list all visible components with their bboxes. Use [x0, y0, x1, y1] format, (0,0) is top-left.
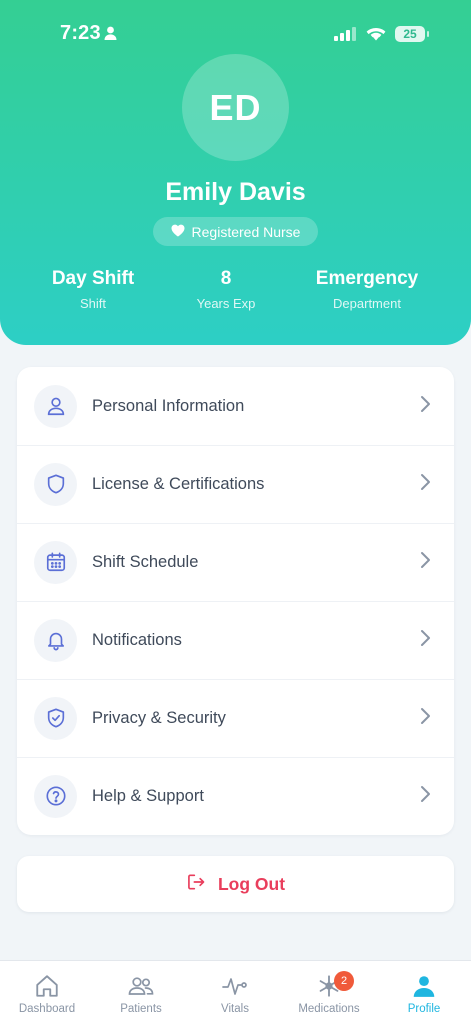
shield-icon [34, 462, 77, 506]
medical-icon: 2 [316, 971, 354, 1001]
help-circle-icon [34, 774, 77, 818]
menu-item-label: Shift Schedule [92, 552, 199, 571]
chevron-right-icon [419, 473, 431, 496]
profile-header: 7:23 25 ED Emily Davis Registered Nurse … [0, 0, 471, 345]
avatar: ED [182, 54, 289, 161]
medications-badge: 2 [334, 971, 354, 991]
battery-indicator: 25 [395, 26, 425, 42]
users-icon [127, 973, 155, 1001]
stat-label: Years Exp [196, 296, 256, 311]
calendar-icon [34, 540, 77, 584]
stat-value: Day Shift [51, 268, 135, 289]
menu-item-label: Help & Support [92, 786, 204, 805]
menu-item-shift-schedule[interactable]: Shift Schedule [17, 523, 454, 601]
role-label: Registered Nurse [191, 223, 301, 240]
bell-icon [34, 618, 77, 662]
stat-label: Shift [79, 296, 106, 311]
status-time: 7:23 [60, 22, 101, 44]
menu-item-label: Notifications [92, 630, 182, 649]
stat-years-exp: 8 Years Exp [166, 268, 286, 311]
stat-department: Emergency Department [302, 268, 432, 311]
tab-label: Vitals [221, 1003, 249, 1015]
tab-vitals[interactable]: Vitals [188, 961, 282, 1025]
menu-item-license-certifications[interactable]: License & Certifications [17, 445, 454, 523]
tab-label: Dashboard [18, 1003, 76, 1015]
logout-label: Log Out [217, 873, 286, 894]
person-icon [104, 26, 117, 45]
menu-item-label: Personal Information [92, 396, 245, 415]
heart-icon [171, 224, 185, 240]
menu-item-label: Privacy & Security [92, 708, 226, 727]
user-icon [34, 384, 77, 428]
menu-item-notifications[interactable]: Notifications [17, 601, 454, 679]
menu-item-help-support[interactable]: Help & Support [17, 757, 454, 835]
profile-icon [411, 973, 437, 1001]
tab-label: Patients [120, 1003, 162, 1015]
activity-icon [221, 973, 249, 1001]
battery-tip [427, 31, 429, 37]
tab-profile[interactable]: Profile [377, 961, 471, 1025]
menu-item-personal-information[interactable]: Personal Information [17, 367, 454, 445]
home-icon [34, 973, 60, 1001]
chevron-right-icon [419, 785, 431, 808]
stat-value: Emergency [315, 268, 419, 289]
stat-value: 8 [220, 268, 232, 289]
menu-item-label: License & Certifications [92, 474, 265, 493]
bottom-tab-bar: Dashboard Patients Vitals 2 Medications … [0, 960, 471, 1025]
stat-shift: Day Shift Shift [33, 268, 153, 311]
profile-name: Emily Davis [165, 178, 306, 206]
signal-icon [334, 27, 356, 46]
tab-medications[interactable]: 2 Medications [282, 961, 376, 1025]
logout-button[interactable]: Log Out [17, 856, 454, 912]
tab-patients[interactable]: Patients [94, 961, 188, 1025]
wifi-icon [366, 25, 386, 46]
tab-label: Profile [407, 1003, 441, 1015]
tab-dashboard[interactable]: Dashboard [0, 961, 94, 1025]
settings-menu: Personal Information License & Certifica… [17, 367, 454, 835]
shield-check-icon [34, 696, 77, 740]
menu-item-privacy-security[interactable]: Privacy & Security [17, 679, 454, 757]
logout-icon [186, 872, 206, 897]
chevron-right-icon [419, 551, 431, 574]
stat-label: Department [333, 296, 401, 311]
tab-label: Medications [298, 1003, 360, 1015]
chevron-right-icon [419, 395, 431, 418]
chevron-right-icon [419, 629, 431, 652]
role-badge: Registered Nurse [153, 217, 318, 246]
chevron-right-icon [419, 707, 431, 730]
